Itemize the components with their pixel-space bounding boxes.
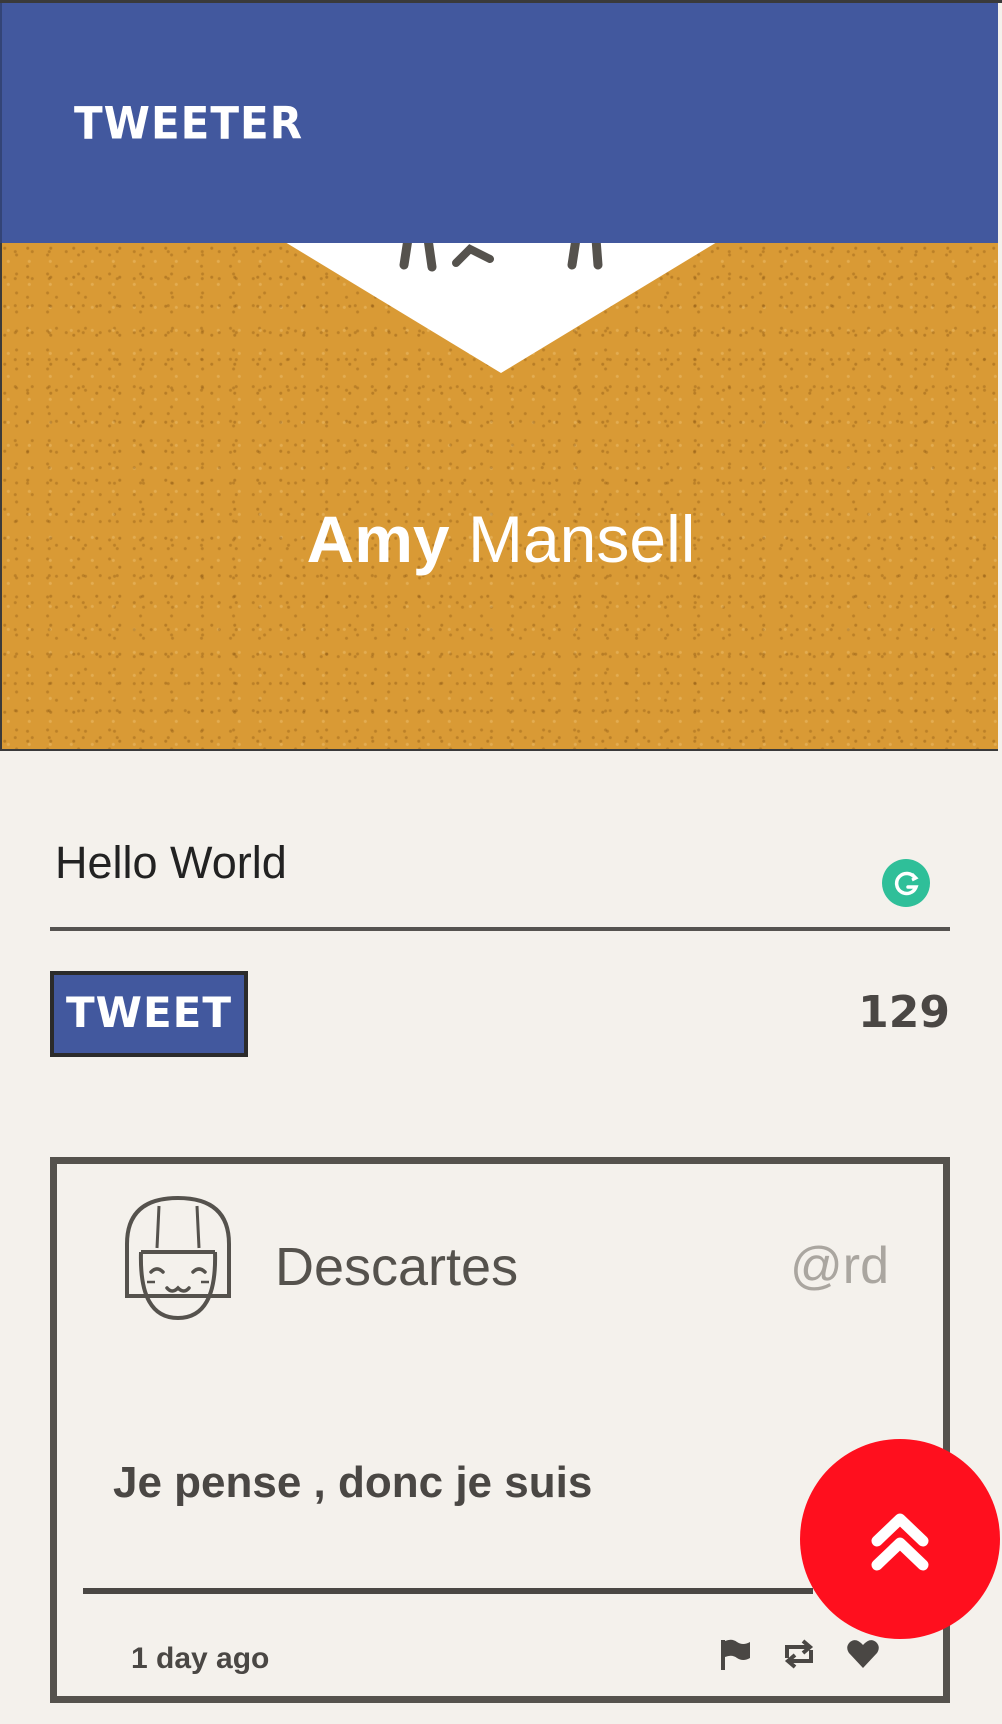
heart-icon[interactable] xyxy=(845,1636,881,1672)
tweet-text: Je pense , donc je suis xyxy=(113,1458,593,1507)
tweet-author-name[interactable]: Descartes xyxy=(275,1236,518,1298)
girl-avatar-icon xyxy=(125,1195,231,1321)
profile-banner: Amy Mansell xyxy=(0,243,998,751)
grammarly-icon[interactable] xyxy=(882,859,930,907)
app-window: TWEETER Amy Mansell Hello World TWEET 12… xyxy=(0,0,1002,1724)
character-counter: 129 xyxy=(858,987,950,1038)
app-logo[interactable]: TWEETER xyxy=(74,98,303,149)
compose-underline xyxy=(50,927,950,931)
tweet-author-handle[interactable]: @rd xyxy=(790,1236,889,1296)
retweet-icon[interactable] xyxy=(781,1636,817,1672)
profile-last-name: Mansell xyxy=(467,502,696,576)
tweet-compose-input[interactable]: Hello World xyxy=(55,837,287,889)
scroll-to-top-button[interactable] xyxy=(800,1439,1000,1639)
tweet-actions xyxy=(717,1634,881,1674)
tweet-divider xyxy=(83,1588,813,1594)
profile-avatar xyxy=(280,243,722,373)
flag-icon[interactable] xyxy=(717,1636,753,1672)
profile-first-name: Amy xyxy=(306,502,450,576)
tweet-timestamp: 1 day ago xyxy=(131,1642,270,1675)
profile-name: Amy Mansell xyxy=(2,501,998,577)
avatar-face-icon xyxy=(286,243,716,373)
tweet-card: Descartes @rd Je pense , donc je suis 1 … xyxy=(50,1157,950,1703)
double-chevron-up-icon xyxy=(871,1513,929,1571)
top-nav-bar: TWEETER xyxy=(0,3,998,243)
tweet-button[interactable]: TWEET xyxy=(50,971,248,1057)
